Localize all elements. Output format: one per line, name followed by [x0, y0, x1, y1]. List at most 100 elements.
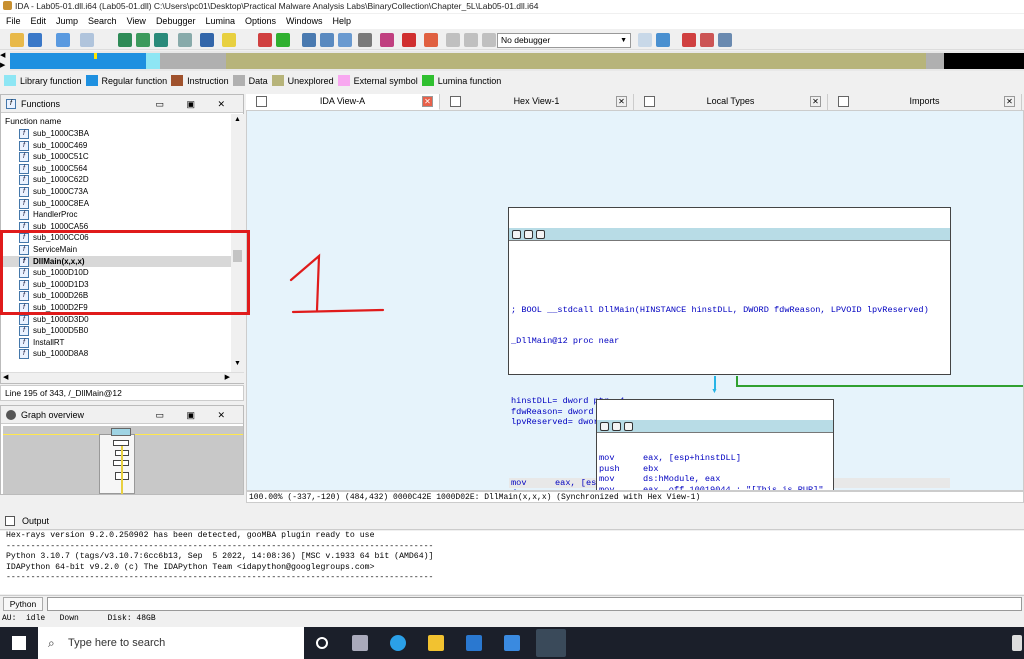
function-icon: f: [19, 337, 29, 348]
menu-item-options[interactable]: Options: [245, 16, 276, 26]
strings-icon[interactable]: [320, 33, 334, 47]
graph-node-block2[interactable]: mov eax, [esp+hinstDLL] push ebx mov ds:hModu…: [596, 399, 834, 490]
menu-item-file[interactable]: File: [6, 16, 21, 26]
system-tray-icon[interactable]: [1012, 635, 1022, 651]
tab-hex-view-1[interactable]: Hex View-1 ✕: [440, 94, 634, 110]
column-header[interactable]: Function name: [1, 114, 231, 128]
tab-ida-view-a[interactable]: IDA View-A ✕: [246, 94, 440, 110]
patch-icon[interactable]: [178, 33, 192, 47]
close-icon[interactable]: ✕: [422, 96, 433, 107]
pause-icon[interactable]: [464, 33, 478, 47]
function-row[interactable]: f sub_1000D3D0: [1, 314, 231, 326]
stop-debug-icon[interactable]: [482, 33, 496, 47]
ida-taskbar-icon[interactable]: [536, 629, 566, 657]
graph2-icon[interactable]: [136, 33, 150, 47]
panel-controls[interactable]: ▭ ▣ ✕: [155, 95, 235, 113]
scroll-down-icon[interactable]: ▼: [234, 360, 241, 367]
function-row[interactable]: f sub_1000D8A8: [1, 348, 231, 360]
tab-imports[interactable]: Imports ✕: [828, 94, 1022, 110]
graph-node-icon[interactable]: [536, 230, 545, 239]
asm-line[interactable]: push ebx: [597, 464, 833, 475]
function-row[interactable]: f HandlerProc: [1, 209, 231, 221]
nav-scroll-arrows-icon[interactable]: ◀ ▶: [0, 51, 10, 71]
back-arrow-icon[interactable]: [56, 33, 70, 47]
enum-icon[interactable]: [424, 33, 438, 47]
asm-mnemonic: mov: [511, 477, 527, 488]
store-icon[interactable]: [466, 635, 482, 651]
open-icon[interactable]: [10, 33, 24, 47]
task-view-icon[interactable]: [352, 635, 368, 651]
windows-start-icon[interactable]: [12, 636, 26, 650]
asm-line[interactable]: mov eax, [esp+hinstDLL]: [597, 453, 833, 464]
text-icon[interactable]: [222, 33, 236, 47]
mail-icon[interactable]: [504, 635, 520, 651]
file-explorer-icon[interactable]: [428, 635, 444, 651]
output-console[interactable]: Hex-rays version 9.2.0.250902 has been d…: [0, 531, 1024, 594]
function-row[interactable]: f sub_1000D5B0: [1, 325, 231, 337]
play-icon[interactable]: [446, 33, 460, 47]
menu-item-edit[interactable]: Edit: [31, 16, 47, 26]
list-icon[interactable]: [682, 33, 696, 47]
graph-node-icon[interactable]: [624, 422, 633, 431]
edit-icon[interactable]: [524, 230, 533, 239]
list2-icon[interactable]: [700, 33, 714, 47]
xrefs-icon[interactable]: [338, 33, 352, 47]
jump-icon[interactable]: [200, 33, 214, 47]
cortana-icon[interactable]: [316, 637, 328, 649]
menu-item-search[interactable]: Search: [88, 16, 117, 26]
graph3-icon[interactable]: [154, 33, 168, 47]
list3-icon[interactable]: [718, 33, 732, 47]
debugger-select[interactable]: No debugger ▼: [497, 33, 631, 48]
debugger-select-value: No debugger: [501, 35, 551, 45]
taskbar-search[interactable]: ⌕ Type here to search: [38, 627, 304, 659]
graph-node-dllmain[interactable]: ; BOOL __stdcall DllMain(HINSTANCE hinst…: [508, 207, 951, 490]
language-button[interactable]: Python: [3, 597, 43, 611]
pseudocode-icon[interactable]: [656, 33, 670, 47]
graph-overview-canvas[interactable]: [3, 426, 243, 494]
menu-item-help[interactable]: Help: [333, 16, 352, 26]
segment-icon[interactable]: [358, 33, 372, 47]
close-icon[interactable]: ✕: [616, 96, 627, 107]
close-icon[interactable]: ✕: [1004, 96, 1015, 107]
function-icon: f: [19, 326, 29, 337]
window-title: IDA - Lab05-01.dll.i64 (Lab05-01.dll) C:…: [15, 1, 539, 11]
function-row[interactable]: f sub_1000C564: [1, 163, 231, 175]
edge-browser-icon[interactable]: [390, 635, 406, 651]
menu-item-windows[interactable]: Windows: [286, 16, 323, 26]
edit-icon[interactable]: [612, 422, 621, 431]
color-icon[interactable]: [600, 422, 609, 431]
scroll-left-icon[interactable]: ◀: [3, 373, 8, 381]
menu-item-lumina[interactable]: Lumina: [205, 16, 235, 26]
functions-hscrollbar[interactable]: ◀ ▶: [1, 372, 244, 383]
node-header: [509, 228, 950, 241]
asm-line[interactable]: mov ds:hModule, eax: [597, 474, 833, 485]
function-row[interactable]: f sub_1000C469: [1, 140, 231, 152]
names-icon[interactable]: [302, 33, 316, 47]
color-icon[interactable]: [512, 230, 521, 239]
run-icon[interactable]: [276, 33, 290, 47]
menu-item-jump[interactable]: Jump: [56, 16, 78, 26]
stop-icon[interactable]: [258, 33, 272, 47]
function-row[interactable]: f sub_1000C51C: [1, 151, 231, 163]
menu-item-view[interactable]: View: [127, 16, 146, 26]
function-row[interactable]: f sub_1000C8EA: [1, 198, 231, 210]
structures-icon[interactable]: [380, 33, 394, 47]
menu-item-debugger[interactable]: Debugger: [156, 16, 196, 26]
function-row[interactable]: f sub_1000C73A: [1, 186, 231, 198]
scroll-right-icon[interactable]: ▶: [225, 373, 230, 381]
legend-item: Data: [232, 73, 268, 89]
graph-icon[interactable]: [118, 33, 132, 47]
panel-controls[interactable]: ▭ ▣ ✕: [155, 406, 235, 424]
forward-arrow-icon[interactable]: [80, 33, 94, 47]
save-icon[interactable]: [28, 33, 42, 47]
close-icon[interactable]: ✕: [810, 96, 821, 107]
decompile-icon[interactable]: [638, 33, 652, 47]
scroll-up-icon[interactable]: ▲: [234, 116, 241, 123]
function-row[interactable]: f InstallRT: [1, 337, 231, 349]
navigation-band[interactable]: ◀ ▶: [0, 51, 1024, 71]
function-row[interactable]: f sub_1000C3BA: [1, 128, 231, 140]
function-row[interactable]: f sub_1000C62D: [1, 174, 231, 186]
breakpoint-icon[interactable]: [402, 33, 416, 47]
command-input[interactable]: [47, 597, 1022, 611]
tab-local-types[interactable]: Local Types ✕: [634, 94, 828, 110]
